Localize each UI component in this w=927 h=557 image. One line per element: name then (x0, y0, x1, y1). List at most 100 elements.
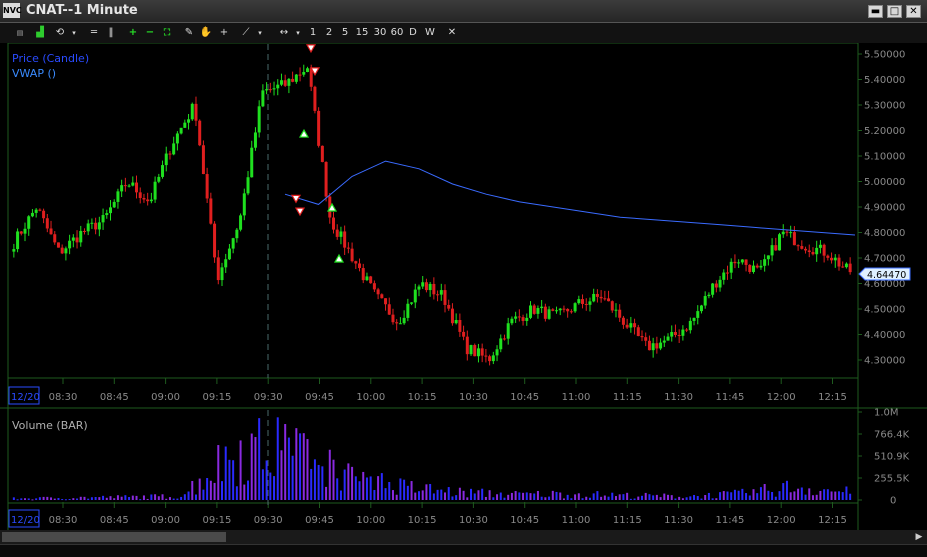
candle-body (514, 316, 518, 319)
volume-bar (588, 497, 591, 500)
volume-bar (183, 494, 186, 500)
draw-pencil-icon[interactable]: ✎ (181, 25, 197, 41)
candle-body (844, 263, 848, 268)
candle-body (644, 337, 648, 341)
volume-bar (247, 480, 250, 500)
period-1-button[interactable]: 1 (306, 25, 320, 41)
volume-date-label: 12/20 (11, 515, 40, 526)
zoom-in-icon[interactable]: + (125, 25, 141, 41)
volume-bar (544, 497, 547, 500)
candle-body (662, 340, 666, 343)
candle-body (369, 276, 373, 284)
volume-bar (336, 478, 339, 500)
candle-body (629, 323, 633, 328)
x-tick-label: 08:30 (49, 392, 78, 403)
volume-bar (12, 497, 15, 500)
volume-bar (369, 476, 372, 500)
fit-icon[interactable]: ⛶ (159, 25, 175, 41)
horizontal-scrollbar[interactable]: ▶ (0, 530, 927, 544)
volume-bar (451, 496, 454, 500)
toolbar-close-icon[interactable]: ✕ (445, 25, 459, 41)
volume-bar (614, 496, 617, 500)
candle-body (395, 322, 399, 324)
period-15-button[interactable]: 15 (354, 25, 370, 41)
candle-body (71, 237, 75, 241)
period-30-button[interactable]: 30 (372, 25, 388, 41)
candle-body (525, 317, 529, 321)
volume-bar (670, 495, 673, 500)
volume-bar (46, 496, 49, 500)
candle-body (711, 283, 715, 295)
candle-body (216, 257, 220, 281)
y-tick-label: 5.30000 (864, 101, 905, 112)
volume-bar (98, 497, 101, 500)
lines-icon[interactable]: ═ (86, 25, 102, 41)
chart-type-icon[interactable]: ▟ (32, 25, 48, 41)
period-daily-button[interactable]: D (406, 25, 420, 41)
scrollbar-thumb[interactable] (2, 532, 226, 542)
volume-bar (399, 478, 402, 500)
volume-bar (685, 497, 688, 500)
y-tick-label: 4.90000 (864, 203, 905, 214)
period-5-button[interactable]: 5 (338, 25, 352, 41)
volume-bar (574, 494, 577, 500)
candle-body (592, 293, 596, 302)
pan-hand-icon[interactable]: ✋ (198, 25, 214, 41)
candle-body (685, 329, 689, 331)
volume-bar (206, 477, 209, 500)
period-60-button[interactable]: 60 (389, 25, 405, 41)
candle-body (294, 74, 298, 82)
volume-bar (388, 482, 391, 500)
volume-bar (328, 449, 331, 500)
volume-bar (425, 484, 428, 500)
volume-bar (373, 490, 376, 500)
volume-bar (700, 498, 703, 500)
pause-icon[interactable]: ‖ (103, 25, 119, 41)
candle-body (714, 283, 718, 288)
volume-bar (611, 492, 614, 500)
candle-body (569, 311, 573, 313)
candle-body (175, 133, 179, 144)
volume-bar (492, 497, 495, 500)
candle-body (116, 191, 120, 202)
scroll-right-icon[interactable]: ▶ (913, 531, 925, 543)
crosshair-icon[interactable]: + (216, 25, 232, 41)
period-weekly-button[interactable]: W (422, 25, 438, 41)
dropdown-arrow-icon[interactable]: ▾ (66, 25, 82, 41)
volume-bar (785, 480, 788, 500)
volume-bar (834, 491, 837, 500)
volume-bar (555, 491, 558, 500)
candle-body (476, 348, 480, 357)
volume-bar (704, 495, 707, 500)
candle-body (792, 232, 796, 246)
volume-bar (793, 491, 796, 500)
maximize-button[interactable]: □ (887, 5, 902, 18)
volume-bar (830, 491, 833, 500)
volume-bar (403, 479, 406, 500)
candle-body (677, 334, 681, 336)
candle-body (153, 181, 157, 200)
zoom-out-icon[interactable]: − (142, 25, 158, 41)
volume-bar (213, 482, 216, 500)
candle-body (822, 244, 826, 256)
candle-body (406, 303, 410, 318)
close-button[interactable]: ✕ (906, 5, 921, 18)
candle-body (781, 231, 785, 235)
x-tick-label: 09:45 (305, 392, 334, 403)
minimize-button[interactable]: ▬ (868, 5, 883, 18)
volume-bar (269, 472, 272, 500)
volume-bar (648, 494, 651, 500)
candle-body (246, 177, 250, 194)
symbol-icon[interactable]: ▤ (12, 25, 28, 41)
candle-body (699, 305, 703, 312)
volume-bar (165, 498, 168, 500)
chart-area[interactable]: 5.50000 5.40000 5.30000 5.20000 5.10000 5.000… (0, 43, 927, 530)
candle-body (800, 246, 804, 249)
volume-bar (365, 477, 368, 500)
volume-bar (410, 481, 413, 500)
trendline-dropdown-icon[interactable]: ▾ (252, 25, 268, 41)
period-2-button[interactable]: 2 (322, 25, 336, 41)
candle-body (268, 89, 272, 91)
scroll-dropdown-icon[interactable]: ▾ (290, 25, 306, 41)
volume-bar (276, 417, 279, 500)
